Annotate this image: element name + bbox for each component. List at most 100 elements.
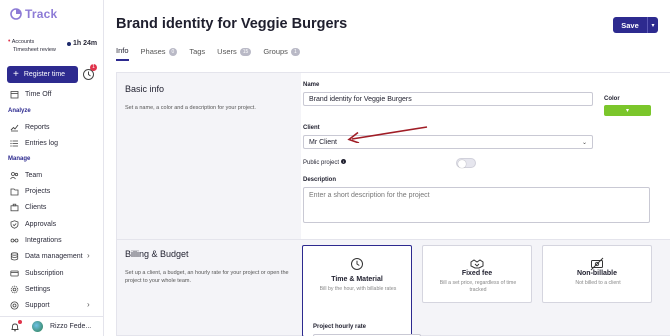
tab-phases[interactable]: Phases 0 — [141, 44, 178, 61]
chevron-down-icon: ⌄ — [581, 140, 587, 146]
accounts-selector[interactable]: • Accounts Timesheet review — [8, 38, 56, 54]
red-dot-icon: • — [8, 38, 11, 45]
project-form: Basic info Set a name, a color and a des… — [116, 72, 670, 336]
billing-card-non-billable[interactable]: Non-billable Not billed to a client — [542, 245, 652, 303]
database-icon — [10, 252, 19, 261]
integrations-icon — [10, 238, 19, 243]
card-subtitle: Bill a set price, regardless of time tra… — [439, 280, 517, 293]
save-label: Save — [621, 20, 639, 30]
timer-value: 1h 24m — [73, 40, 98, 47]
card-subtitle: Not billed to a client — [575, 280, 621, 286]
sidebar-item-label: Reports — [25, 124, 50, 131]
sidebar-item-team[interactable]: Team — [10, 171, 42, 180]
tab-count-badge: 0 — [168, 47, 178, 56]
tab-label: Tags — [189, 47, 206, 56]
sidebar-item-integrations[interactable]: Integrations — [10, 236, 62, 245]
main-area: Brand identity for Veggie Burgers Save ▾… — [105, 0, 670, 336]
basic-info-panel: Name Brand identity for Veggie Burgers C… — [301, 73, 670, 240]
clock-icon — [351, 258, 363, 270]
description-textarea[interactable]: Enter a short description for the projec… — [303, 187, 650, 223]
notification-dot — [18, 320, 22, 324]
sidebar-item-subscription[interactable]: Subscription — [10, 269, 64, 278]
sidebar-item-label: Integrations — [25, 237, 62, 244]
tab-info[interactable]: Info — [116, 44, 129, 61]
billing-card-time-material[interactable]: Time & Material Bill by the hour, with b… — [302, 245, 421, 336]
card-title: Fixed fee — [461, 270, 493, 277]
notification-badge: 1 — [90, 64, 97, 71]
avatar[interactable] — [32, 321, 43, 332]
shield-check-icon — [10, 220, 19, 229]
tab-tags[interactable]: Tags — [189, 44, 205, 61]
tab-label: Info — [116, 46, 129, 55]
basic-info-title: Basic info — [125, 84, 165, 94]
help-icon — [10, 301, 19, 310]
briefcase-icon — [10, 203, 19, 212]
team-icon — [10, 172, 19, 180]
section-manage: Manage — [8, 156, 31, 162]
color-picker-button[interactable]: ▾ — [604, 105, 651, 116]
section-divider — [117, 239, 670, 240]
annotation-arrow-icon — [347, 126, 428, 143]
app-logo[interactable]: Track — [10, 7, 57, 21]
tab-label: Users — [217, 47, 237, 56]
sidebar-item-approvals[interactable]: Approvals — [10, 220, 56, 229]
tab-bar: Info Phases 0 Tags Users 15 Groups 1 — [116, 44, 300, 61]
sidebar-item-label: Settings — [25, 286, 51, 293]
sidebar-item-label: Time Off — [25, 91, 52, 98]
card-subtitle: Bill by the hour, with billable rates — [319, 286, 397, 292]
tab-users[interactable]: Users 15 — [217, 44, 252, 61]
save-button[interactable]: Save ▾ — [613, 17, 658, 33]
sidebar-item-label: Approvals — [25, 221, 57, 228]
sidebar-item-entries-log[interactable]: Entries log — [10, 139, 58, 148]
toggle-knob — [458, 159, 466, 168]
section-analyze: Analyze — [8, 108, 31, 114]
sidebar-item-label: Projects — [25, 188, 51, 195]
page-title: Brand identity for Veggie Burgers — [116, 16, 348, 32]
public-project-text: Public project — [303, 160, 340, 166]
no-money-icon — [590, 257, 604, 271]
name-label: Name — [303, 82, 320, 88]
accounts-label: Accounts — [11, 39, 35, 45]
sidebar-item-label: Clients — [25, 204, 47, 211]
public-project-label: Public project i — [303, 159, 347, 166]
chevron-right-icon: › — [87, 300, 90, 309]
chevron-down-icon[interactable]: ▾ — [647, 17, 658, 33]
sidebar-item-time-off[interactable]: Time Off — [10, 90, 51, 99]
tab-count-badge: 1 — [290, 47, 300, 56]
billing-title: Billing & Budget — [125, 249, 189, 259]
sidebar-item-label: Entries log — [25, 140, 59, 147]
billing-desc: Set up a client, a budget, an hourly rat… — [125, 270, 289, 284]
tab-label: Groups — [263, 47, 288, 56]
sidebar-item-label: Support — [25, 302, 50, 309]
timer-clock-button[interactable]: 1 — [82, 64, 97, 81]
card-title: Time & Material — [331, 276, 383, 283]
sidebar-item-settings[interactable]: Settings — [10, 285, 50, 294]
gear-icon — [10, 285, 19, 294]
register-time-button[interactable]: + Register time — [7, 66, 78, 83]
credit-card-icon — [10, 270, 19, 277]
timer-dot-icon — [67, 41, 71, 46]
user-name[interactable]: Rizzo Fede... — [50, 323, 91, 330]
sidebar-item-projects[interactable]: Projects — [10, 187, 50, 196]
name-value: Brand identity for Veggie Burgers — [309, 95, 412, 103]
sidebar-item-clients[interactable]: Clients — [10, 203, 46, 212]
info-icon: i — [341, 159, 347, 164]
folder-icon — [10, 188, 19, 196]
sidebar-item-data-management[interactable]: Data management — [10, 252, 83, 261]
sidebar-item-support[interactable]: Support — [10, 301, 50, 310]
sidebar-item-label: Data management — [25, 253, 83, 260]
card-title: Non-billable — [576, 270, 618, 277]
client-label: Client — [303, 125, 320, 131]
sidebar-item-reports[interactable]: Reports — [10, 123, 50, 132]
handshake-icon — [470, 259, 484, 269]
timesheet-review-label: Timesheet review — [13, 47, 56, 53]
track-logo-icon — [10, 8, 22, 20]
tab-groups[interactable]: Groups 1 — [263, 44, 300, 61]
name-input[interactable]: Brand identity for Veggie Burgers — [303, 92, 593, 106]
public-project-toggle[interactable] — [456, 158, 476, 168]
sidebar-item-label: Subscription — [25, 270, 64, 277]
description-placeholder: Enter a short description for the projec… — [309, 192, 430, 199]
list-icon — [10, 140, 18, 147]
running-timer[interactable]: 1h 24m — [67, 40, 97, 47]
billing-card-fixed-fee[interactable]: Fixed fee Bill a set price, regardless o… — [422, 245, 532, 303]
